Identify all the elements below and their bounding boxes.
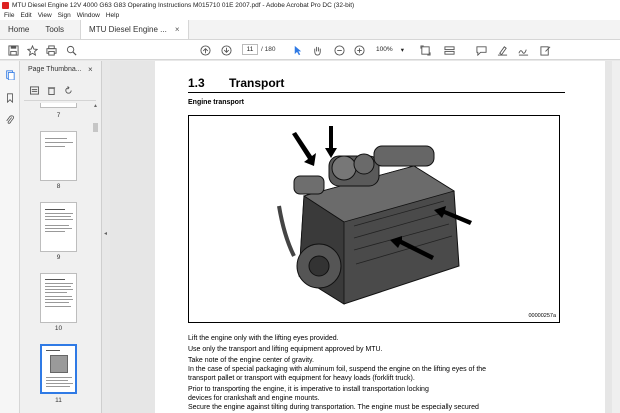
chevron-down-icon: ▾ [400, 46, 404, 54]
thumbnail-page-label: 8 [56, 183, 61, 190]
body-text-line: In the case of special packaging with al… [188, 366, 487, 373]
subheading: Engine transport [188, 99, 245, 106]
close-icon[interactable]: × [88, 65, 93, 74]
engine-illustration [277, 126, 472, 305]
menu-help[interactable]: Help [106, 12, 119, 19]
options-menu-icon[interactable] [28, 84, 41, 96]
document-scrollbar[interactable] [612, 61, 620, 413]
save-icon[interactable] [6, 43, 20, 57]
page-number-input[interactable]: 11 [242, 44, 258, 55]
rotate-page-icon[interactable] [62, 84, 75, 96]
tab-close-icon[interactable]: × [175, 25, 180, 34]
zoom-out-icon[interactable] [332, 43, 346, 57]
tab-tools[interactable]: Tools [37, 20, 72, 39]
thumbnail-page-7[interactable] [40, 103, 77, 108]
title-rule [188, 92, 565, 93]
thumbnail-page-label: 10 [54, 325, 63, 332]
delete-page-icon[interactable] [45, 84, 58, 96]
bookmarks-icon[interactable] [4, 92, 16, 104]
tab-tools-label: Tools [45, 25, 65, 34]
page-down-icon[interactable] [219, 43, 233, 57]
page-display-icon[interactable] [442, 43, 456, 57]
print-icon[interactable] [44, 43, 58, 57]
panel-title: Page Thumbna... [28, 66, 82, 73]
highlight-icon[interactable] [495, 43, 509, 57]
window-title: MTU Diesel Engine 12V 4000 G63 G83 Opera… [12, 1, 355, 9]
tab-home[interactable]: Home [0, 20, 37, 39]
page-thumbnails-icon[interactable] [4, 69, 16, 81]
sign-icon[interactable] [516, 43, 530, 57]
fit-page-icon[interactable] [418, 43, 432, 57]
figure-code: 00000257a [528, 313, 556, 319]
menu-bar: File Edit View Sign Window Help [0, 10, 620, 20]
thumbnail-page-11[interactable] [40, 344, 77, 394]
body-text-line: transport pallet or transport with equip… [188, 375, 415, 382]
page-up-icon[interactable] [198, 43, 212, 57]
title-bar: MTU Diesel Engine 12V 4000 G63 G83 Opera… [0, 0, 620, 10]
tab-document-label: MTU Diesel Engine ... [89, 25, 167, 34]
engine-figure: 00000257a [188, 115, 560, 323]
body-text-line: Use only the transport and lifting equip… [188, 346, 383, 353]
panel-collapse-icon[interactable]: ◂ [104, 230, 107, 237]
page-thumbnails-panel: Page Thumbna... × 7 8 9 10 11 ▲ [20, 61, 102, 413]
thumbnail-figure [50, 355, 68, 373]
fill-sign-icon[interactable] [538, 43, 552, 57]
attachments-icon[interactable] [4, 114, 16, 126]
menu-window[interactable]: Window [77, 12, 100, 19]
section-number: 1.3 [188, 76, 205, 90]
comment-icon[interactable] [474, 43, 488, 57]
menu-edit[interactable]: Edit [20, 12, 31, 19]
scroll-thumb[interactable] [93, 123, 98, 132]
section-title: Transport [229, 76, 285, 90]
body-text-line: Prior to transporting the engine, it is … [188, 386, 429, 393]
page-total: / 180 [261, 46, 276, 53]
body-text-line: devices for crankshaft and engine mounts… [188, 395, 320, 402]
thumbnail-page-label: 11 [55, 397, 62, 404]
zoom-level-select[interactable]: 100% ▾ [374, 44, 406, 55]
scroll-up-icon[interactable]: ▲ [92, 103, 99, 110]
tab-document[interactable]: MTU Diesel Engine ... × [80, 20, 189, 39]
thumbnail-page-10[interactable] [40, 273, 77, 323]
divider [24, 100, 96, 101]
body-text-line: Secure the engine against tilting during… [188, 404, 479, 411]
thumbnail-page-label: 7 [56, 112, 61, 119]
body-text-line: Lift the engine only with the lifting ey… [188, 335, 339, 342]
tab-home-label: Home [8, 25, 30, 34]
tab-bar: Home Tools MTU Diesel Engine ... × [0, 20, 620, 40]
acrobat-icon [2, 1, 9, 9]
thumbnail-page-8[interactable] [40, 131, 77, 181]
menu-sign[interactable]: Sign [58, 12, 71, 19]
thumbnail-page-label: 9 [56, 254, 61, 261]
thumbnail-scrollbar[interactable]: ▲ [92, 103, 99, 413]
left-navigation-rail [0, 61, 20, 413]
body-text-line: Take note of the engine center of gravit… [188, 357, 314, 364]
search-icon[interactable] [64, 43, 78, 57]
zoom-in-icon[interactable] [352, 43, 366, 57]
pdf-page: 1.3 Transport Engine transport 00000257a… [155, 61, 605, 413]
select-arrow-icon[interactable] [290, 43, 304, 57]
menu-file[interactable]: File [4, 12, 14, 19]
bookmark-star-icon[interactable] [25, 43, 39, 57]
thumbnail-tools [28, 83, 98, 97]
hand-icon[interactable] [310, 43, 324, 57]
document-view[interactable]: 1.3 Transport Engine transport 00000257a… [110, 61, 620, 413]
zoom-level-value: 100% [376, 46, 393, 53]
thumbnail-page-9[interactable] [40, 202, 77, 252]
menu-view[interactable]: View [38, 12, 52, 19]
toolbar: 11 / 180 100% ▾ [0, 40, 620, 60]
